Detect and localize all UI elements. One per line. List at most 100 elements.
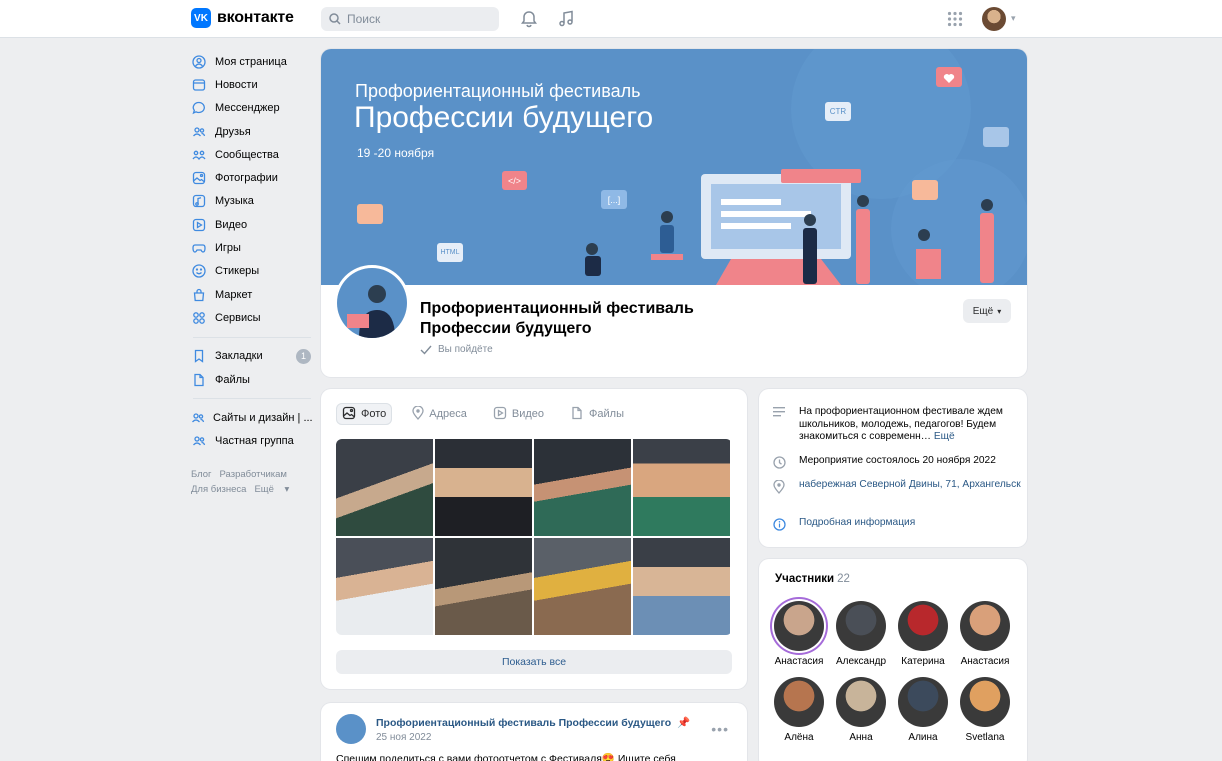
search-box[interactable] <box>321 7 499 31</box>
attendance-label: Вы пойдёте <box>438 344 493 355</box>
photo-thumbnail[interactable] <box>633 538 730 635</box>
media-tab-label: Файлы <box>589 408 624 420</box>
attendance-status[interactable]: Вы пойдёте <box>420 344 493 355</box>
developers-link[interactable]: Разработчикам <box>220 469 287 480</box>
group-avatar[interactable] <box>334 265 410 341</box>
text-lines-icon <box>773 406 787 444</box>
member-avatar <box>898 677 948 727</box>
member-item[interactable]: Анна <box>830 677 892 743</box>
wall-post: Профориентационный фестиваль Профессии б… <box>321 703 747 761</box>
cover-subtitle: Профориентационный фестиваль <box>355 81 641 101</box>
media-tab-label: Адреса <box>429 408 467 420</box>
photo-thumbnail[interactable] <box>435 439 532 536</box>
member-item[interactable]: Катерина <box>892 601 954 667</box>
cover-banner: Профориентационный фестиваль Профессии б… <box>321 49 1027 285</box>
message-icon <box>191 100 207 116</box>
members-card: Участники 22 Анастасия Александр Катерина Ан… <box>759 559 1027 761</box>
member-item[interactable]: Алина <box>892 677 954 743</box>
group-title-line1: Профориентационный фестиваль <box>420 300 694 317</box>
music-icon <box>191 193 207 209</box>
sidebar-divider <box>193 336 311 338</box>
sidebar-item[interactable]: Новости <box>191 73 311 96</box>
sidebar-item[interactable]: Закладки 1 <box>191 345 311 368</box>
member-item[interactable]: Анастасия <box>954 601 1016 667</box>
sidebar-item-label: Сайты и дизайн | ... <box>213 411 313 424</box>
sidebar-item[interactable]: Мессенджер <box>191 97 311 120</box>
sidebar-item[interactable]: Моя страница <box>191 50 311 73</box>
sidebar-divider <box>193 398 311 400</box>
sidebar-item[interactable]: Сайты и дизайн | ... <box>191 406 313 429</box>
member-item[interactable]: Анастасия <box>768 601 830 667</box>
photo-grid <box>336 439 732 635</box>
member-item[interactable]: Александр <box>830 601 892 667</box>
sidebar-item[interactable]: Видео <box>191 213 311 236</box>
file-icon <box>570 406 584 423</box>
member-name: Анастасия <box>960 656 1010 667</box>
member-item[interactable]: Алёна <box>768 677 830 743</box>
search-input[interactable] <box>347 12 487 26</box>
more-dots-icon[interactable]: ••• <box>711 721 729 737</box>
vk-logo[interactable]: VK вконтакте <box>191 8 294 28</box>
member-name: Алина <box>908 732 938 743</box>
sidebar-item[interactable]: Стикеры <box>191 260 311 283</box>
member-name: Svetlana <box>965 732 1005 743</box>
apps-grid-icon[interactable] <box>945 9 965 29</box>
sidebar-item[interactable]: Сервисы <box>191 306 311 329</box>
show-all-button[interactable]: Показать все <box>336 650 732 674</box>
member-avatar <box>774 677 824 727</box>
members-title: Участники <box>775 573 835 585</box>
photo-thumbnail[interactable] <box>435 538 532 635</box>
post-date[interactable]: 25 ноя 2022 <box>376 732 431 743</box>
sidebar-item[interactable]: Друзья <box>191 120 311 143</box>
community-icon <box>191 147 207 163</box>
member-name: Анастасия <box>774 656 824 667</box>
media-tab[interactable]: Адреса <box>406 403 473 425</box>
details-link[interactable]: Подробная информация <box>799 517 1025 536</box>
footer-more-link[interactable]: Ещё ▾ <box>254 484 297 495</box>
photo-thumbnail[interactable] <box>336 439 433 536</box>
gamepad-icon <box>191 240 207 256</box>
user-avatar[interactable] <box>982 7 1006 31</box>
description-more-link[interactable]: Ещё <box>934 431 955 442</box>
group-avatar-image <box>337 268 407 338</box>
sidebar-item[interactable]: Частная группа <box>191 429 311 452</box>
bag-icon <box>191 287 207 303</box>
media-tab[interactable]: Фото <box>336 403 393 425</box>
sidebar-item[interactable]: Файлы <box>191 368 311 391</box>
sidebar-item[interactable]: Музыка <box>191 190 311 213</box>
html-chip: HTML <box>437 243 463 262</box>
info-circle-icon <box>773 517 787 536</box>
users-icon <box>191 433 207 449</box>
photo-thumbnail[interactable] <box>633 439 730 536</box>
media-tab[interactable]: Файлы <box>564 403 630 425</box>
member-item[interactable]: Svetlana <box>954 677 1016 743</box>
photo-thumbnail[interactable] <box>336 538 433 635</box>
photo-thumbnail[interactable] <box>534 538 631 635</box>
sidebar-item[interactable]: Маркет <box>191 283 311 306</box>
member-name: Катерина <box>901 656 945 667</box>
media-card: Фото Адреса Видео Файлы Показать все <box>321 389 747 689</box>
sidebar-item-label: Новости <box>215 78 258 91</box>
business-link[interactable]: Для бизнеса <box>191 484 246 495</box>
sidebar-item-label: Видео <box>215 218 248 231</box>
address-row: набережная Северной Двины, 71, Архангель… <box>773 479 1025 499</box>
event-date-text: Мероприятие состоялось 20 ноября 2022 <box>799 455 996 466</box>
bell-icon[interactable] <box>519 9 539 29</box>
blog-link[interactable]: Блог <box>191 469 212 480</box>
more-button[interactable]: Ещё ▾ <box>963 299 1011 323</box>
sidebar-item[interactable]: Фотографии <box>191 166 311 189</box>
post-author[interactable]: Профориентационный фестиваль Профессии б… <box>376 716 690 729</box>
sidebar-item[interactable]: Сообщества <box>191 143 311 166</box>
media-tab[interactable]: Видео <box>487 403 550 425</box>
members-header[interactable]: Участники 22 <box>775 573 850 585</box>
ctr-chip: CTR <box>825 102 851 121</box>
music-note-icon[interactable] <box>556 9 576 29</box>
chevron-down-icon[interactable]: ▾ <box>1011 13 1016 24</box>
member-avatar <box>898 601 948 651</box>
address-link[interactable]: набережная Северной Двины, 71, Архангель… <box>799 479 1025 499</box>
sidebar-item-label: Частная группа <box>215 435 294 448</box>
clock-icon <box>773 455 787 474</box>
sidebar-item[interactable]: Игры <box>191 236 311 259</box>
post-author-avatar[interactable] <box>336 714 366 744</box>
photo-thumbnail[interactable] <box>534 439 631 536</box>
